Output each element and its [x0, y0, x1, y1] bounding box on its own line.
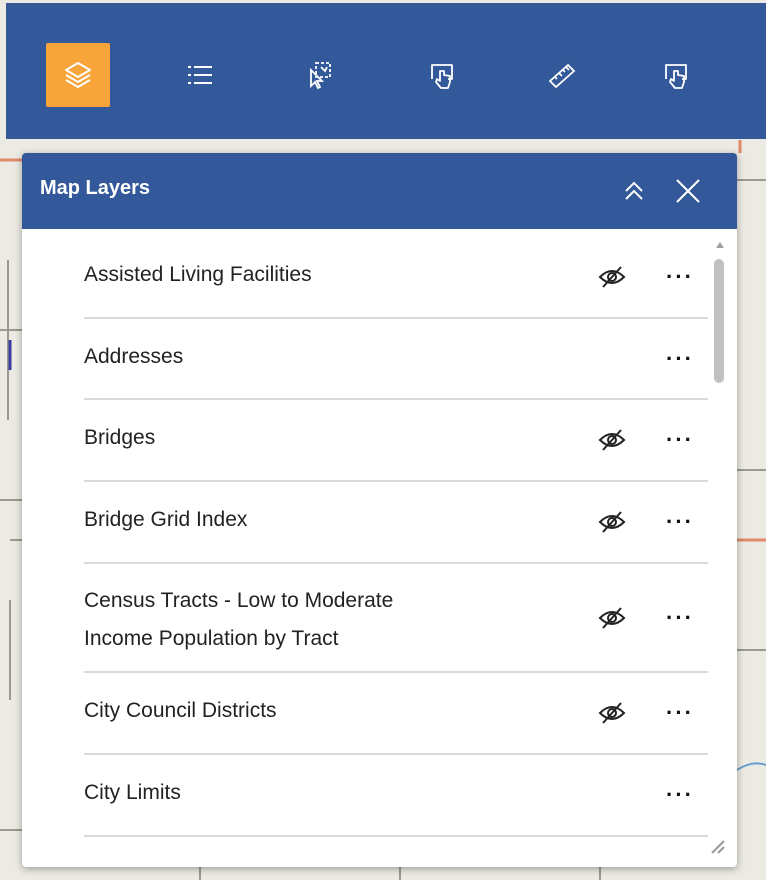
double-chevron-up-icon [625, 181, 643, 200]
layer-row[interactable]: Assisted Living Facilities ··· [84, 229, 708, 319]
close-icon [676, 179, 700, 203]
eye-slash-icon [598, 607, 626, 629]
measure-tool-button[interactable] [530, 43, 594, 107]
close-button[interactable] [670, 173, 706, 209]
layer-label: City Council Districts [84, 699, 277, 722]
visibility-toggle[interactable] [596, 699, 628, 727]
list-icon [188, 66, 212, 84]
legend-tool-button[interactable] [168, 43, 232, 107]
layer-options-button[interactable]: ··· [660, 263, 700, 291]
scrollbar-thumb[interactable] [714, 259, 724, 383]
layers-tool-button[interactable] [46, 43, 110, 107]
eye-slash-icon [598, 429, 626, 451]
panel-title: Map Layers [40, 177, 151, 199]
layer-options-button[interactable]: ··· [660, 508, 700, 536]
visibility-toggle[interactable] [596, 508, 628, 536]
eye-slash-icon [598, 511, 626, 533]
layer-label: Assisted Living Facilities [84, 263, 312, 286]
layer-row[interactable]: Bridge Grid Index ··· [84, 482, 708, 564]
identify-icon [431, 64, 453, 89]
panel-header: Map Layers [22, 153, 737, 229]
layer-row[interactable]: City Council Districts ··· [84, 673, 708, 755]
layer-label: Addresses [84, 345, 184, 368]
layer-label: Bridge Grid Index [84, 508, 248, 531]
collapse-button[interactable] [616, 173, 652, 209]
eye-slash-icon [598, 702, 626, 724]
layer-options-button[interactable]: ··· [660, 781, 700, 809]
identify-tool-button-2[interactable] [644, 43, 708, 107]
layer-label: Census Tracts - Low to Moderate Income P… [84, 589, 394, 650]
scroll-up-arrow-icon[interactable] [715, 241, 725, 249]
resize-grip-icon[interactable] [708, 837, 728, 857]
layer-options-button[interactable]: ··· [660, 604, 700, 632]
eye-slash-icon [598, 266, 626, 288]
layer-label: City Limits [84, 781, 181, 804]
map-toolbar [6, 3, 766, 139]
layer-row[interactable]: City Limits ··· [84, 755, 708, 837]
layer-row[interactable]: Bridges ··· [84, 400, 708, 482]
map-layers-panel: Map Layers Assisted Living Facilities ··… [22, 153, 737, 867]
layer-label: Bridges [84, 426, 156, 449]
layer-options-button[interactable]: ··· [660, 699, 700, 727]
visibility-toggle[interactable] [596, 426, 628, 454]
layer-row[interactable]: Census Tracts - Low to Moderate Income P… [84, 564, 708, 673]
layer-options-button[interactable]: ··· [660, 345, 700, 373]
identify-tool-button[interactable] [410, 43, 474, 107]
measure-icon [548, 63, 576, 89]
select-icon [310, 62, 331, 90]
visibility-toggle[interactable] [596, 604, 628, 632]
layer-options-button[interactable]: ··· [660, 426, 700, 454]
identify-icon [665, 64, 687, 89]
layers-icon [65, 62, 91, 88]
visibility-toggle[interactable] [596, 263, 628, 291]
layer-row[interactable]: Addresses ··· [84, 319, 708, 400]
layer-list: Assisted Living Facilities ··· Addresses… [22, 229, 712, 867]
select-tool-button[interactable] [288, 43, 352, 107]
